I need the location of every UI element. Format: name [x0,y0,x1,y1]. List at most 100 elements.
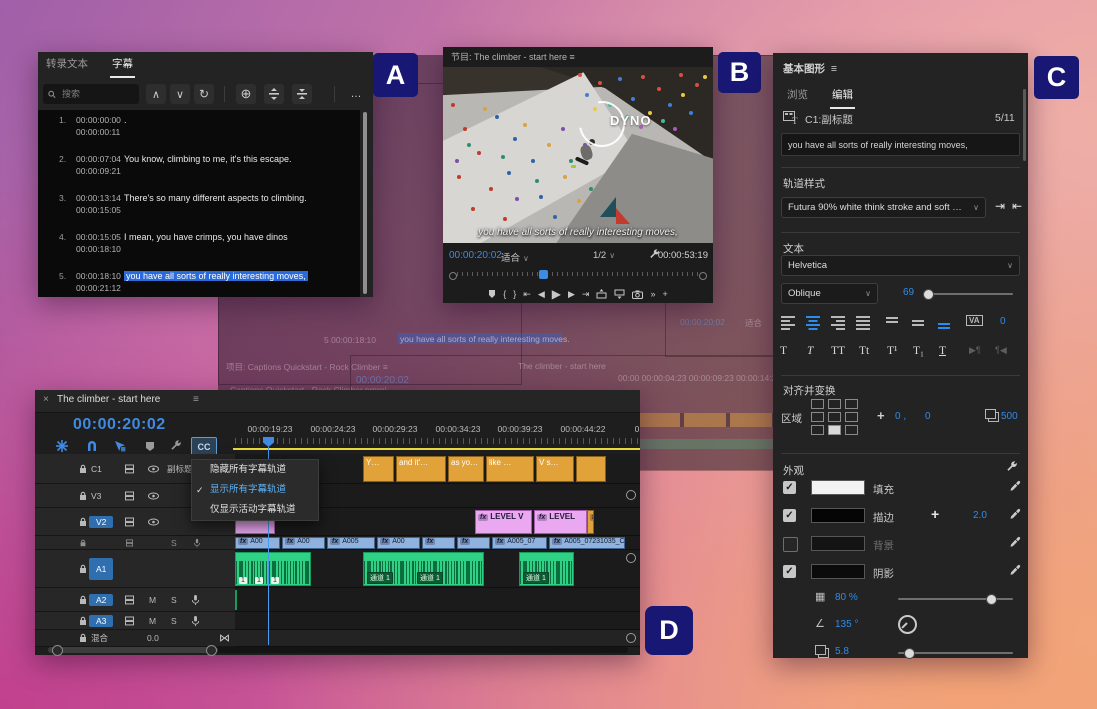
voiceover-mic-icon[interactable] [191,594,200,605]
lock-icon[interactable] [79,491,87,501]
horizontal-scrollbar[interactable] [48,647,628,653]
font-size-value[interactable]: 69 [903,287,914,298]
mark-out-button[interactable]: } [513,289,516,299]
shadow-checkbox[interactable]: ✓ [783,565,796,578]
graphic-clip[interactable]: fx [587,510,594,534]
text-format-button[interactable]: Tt [859,345,869,357]
fill-color-swatch[interactable] [811,480,865,495]
tab-transcribe-text[interactable]: 转录文本 [44,52,90,76]
appearance-settings-wrench-icon[interactable] [1006,461,1018,473]
align-left-icon[interactable] [781,316,799,330]
caption-text[interactable]: There's so many different aspects to cli… [124,193,307,203]
scroll-dot[interactable] [626,490,636,500]
mix-level-value[interactable]: 0.0 [147,633,159,643]
background-eyedropper-icon[interactable] [1010,536,1021,548]
caption-clip[interactable]: like … [486,456,534,482]
align-justify-icon[interactable] [856,316,874,330]
panel-options-button[interactable]: … [346,84,366,104]
audio-clip[interactable]: fx [235,590,237,610]
zone-top-center[interactable] [828,399,841,409]
shadow-opacity-slider[interactable] [898,598,1013,600]
monitor-scrubber[interactable] [449,269,707,281]
lift-icon[interactable] [596,289,607,299]
text-format-button[interactable]: ▶¶ [969,345,981,356]
refresh-transcript-button[interactable]: ↻ [194,84,214,104]
add-marker-icon[interactable] [488,289,496,299]
sequence-tab[interactable]: × The climber - start here ≡ [35,390,640,413]
lock-icon[interactable] [79,564,87,574]
track-a1-lane[interactable]: 111 通道 1通道 1通道 1 [235,550,640,588]
caption-row[interactable]: 5. 00:00:18:10 00:00:21:12 you have all … [38,266,360,297]
close-icon[interactable]: × [43,394,49,405]
fill-eyedropper-icon[interactable] [1010,480,1021,492]
zoom-handle-left[interactable] [52,645,63,656]
track-v1-lane[interactable]: fxA00fxA00fxA005fxA00fxfxfxA005_07fxA005… [235,536,640,550]
scrubber-playhead[interactable] [539,270,548,279]
video-clip[interactable]: fxA00 [282,537,325,549]
shadow-opacity-knob[interactable] [986,594,997,605]
playhead-marker[interactable] [263,437,274,447]
caption-row[interactable]: 4. 00:00:15:05 00:00:18:10 I mean, you h… [38,227,360,266]
tab-browse[interactable]: 浏览 [785,83,810,107]
zone-bottom-right[interactable] [845,425,858,435]
button-editor-plus[interactable]: + [662,289,667,299]
fill-checkbox[interactable]: ✓ [783,481,796,494]
lock-icon[interactable] [79,616,87,626]
push-style-down-icon[interactable]: ⇥ [995,199,1005,213]
mute-button[interactable]: M [149,595,156,605]
video-clip[interactable]: fx [457,537,490,549]
zoom-handle-right[interactable] [206,645,217,656]
caption-row[interactable]: 2. 00:00:07:04 00:00:09:21 You know, cli… [38,149,360,188]
caption-clip[interactable]: and it'… [396,456,446,482]
add-marker-icon[interactable] [141,438,159,454]
graphic-clip[interactable]: fxLEVEL V [475,510,532,534]
lock-icon[interactable] [79,517,87,527]
caption-text[interactable]: you have all sorts of really interesting… [124,271,308,281]
font-size-slider[interactable] [923,293,1013,295]
background-checkbox[interactable] [783,537,798,552]
caption-clip[interactable]: V s… [536,456,574,482]
selected-caption-label[interactable]: C1:副标题 [805,112,853,127]
video-clip[interactable]: fxA005 [327,537,375,549]
panel-scrollbar[interactable] [1023,89,1026,161]
video-clip[interactable]: fxA00 [235,537,280,549]
add-stroke-icon[interactable]: + [931,506,939,522]
track-a2-lane[interactable]: fx [235,588,640,612]
tab-edit[interactable]: 编辑 [830,83,855,109]
panel-menu-icon[interactable]: ≡ [193,394,199,405]
align-right-icon[interactable] [831,316,849,330]
caption-row[interactable]: 3. 00:00:13:14 00:00:15:05 There's so ma… [38,188,360,227]
zone-mid-left[interactable] [811,412,824,422]
shadow-distance-knob[interactable] [904,648,915,659]
current-timecode[interactable]: 00:00:20:02 [449,250,502,261]
insert-as-nested-icon[interactable] [53,438,71,454]
fit-dropdown[interactable]: 适合∨ [501,250,529,264]
track-name-v3[interactable]: V3 [91,491,101,501]
next-caption-button[interactable]: ∨ [170,84,190,104]
lock-icon[interactable] [79,633,87,643]
track-output-eye-icon[interactable] [148,465,159,472]
text-format-button[interactable]: T₁ [913,345,924,357]
mute-button[interactable]: M [149,616,156,626]
graphic-clip[interactable]: fxLEVEL [534,510,587,534]
stroke-color-swatch[interactable] [811,508,865,523]
shadow-distance-slider[interactable] [898,652,1013,654]
tab-captions[interactable]: 字幕 [110,52,135,78]
solo-button[interactable]: S [171,616,177,626]
video-clip[interactable]: fx [422,537,455,549]
text-format-button[interactable]: TT [831,345,845,357]
background-color-swatch[interactable] [811,536,865,551]
pull-style-up-icon[interactable]: ⇤ [1012,199,1022,213]
timeline-settings-wrench-icon[interactable] [167,438,185,454]
menu-item[interactable]: ✓ 显示所有字幕轨道 [192,480,318,500]
text-format-button[interactable]: ¶◀ [995,345,1007,356]
track-target-a3[interactable]: A3 [89,615,113,627]
more-controls-button[interactable]: » [650,289,655,299]
shadow-angle-value[interactable]: 135 ° [835,619,858,630]
menu-item[interactable]: ✓ 隐藏所有字幕轨道 [192,460,318,480]
sync-lock-icon[interactable] [125,491,134,500]
caption-clip[interactable]: Y… [363,456,394,482]
vertical-align-top-icon[interactable] [886,316,904,330]
shadow-eyedropper-icon[interactable] [1010,564,1021,576]
mark-in-button[interactable]: { [503,289,506,299]
